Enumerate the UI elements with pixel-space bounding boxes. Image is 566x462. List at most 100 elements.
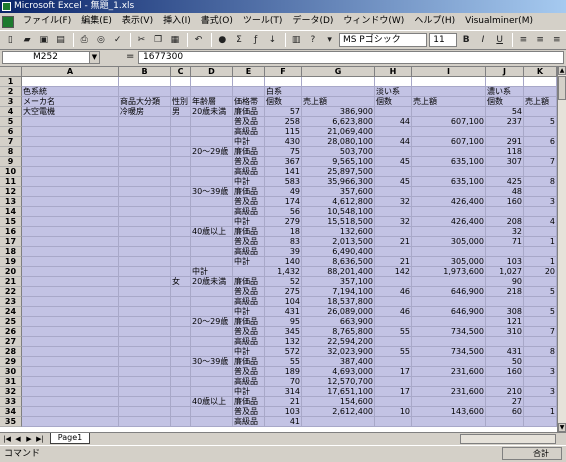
table-cell[interactable]: 10,548,100 (302, 207, 375, 217)
next-sheet-icon[interactable]: ▶ (24, 434, 34, 444)
table-cell[interactable]: 20歳未満 (191, 277, 233, 287)
table-cell[interactable]: 32 (375, 217, 412, 227)
table-cell[interactable] (171, 227, 191, 237)
table-cell[interactable] (302, 417, 375, 427)
table-cell[interactable] (171, 407, 191, 417)
new-file-icon[interactable]: ▯ (3, 33, 18, 48)
table-cell[interactable]: 55 (375, 327, 412, 337)
table-cell[interactable]: 44 (375, 137, 412, 147)
table-cell[interactable] (412, 417, 486, 427)
table-cell[interactable] (191, 407, 233, 417)
table-cell[interactable] (171, 287, 191, 297)
hyperlink-icon[interactable]: ● (215, 33, 230, 48)
table-cell[interactable] (22, 247, 119, 257)
table-cell[interactable]: 女 (171, 277, 191, 287)
table-cell[interactable]: 32,023,900 (302, 347, 375, 357)
table-cell[interactable] (412, 167, 486, 177)
table-cell[interactable]: 45 (375, 157, 412, 167)
table-cell[interactable]: 646,900 (412, 287, 486, 297)
italic-button[interactable]: I (476, 33, 491, 48)
table-cell[interactable]: 20～29歳 (191, 147, 233, 157)
table-cell[interactable] (171, 147, 191, 157)
save-as-icon[interactable]: ▤ (53, 33, 68, 48)
table-cell[interactable]: 5 (524, 307, 557, 317)
table-cell[interactable] (524, 87, 557, 97)
table-cell[interactable]: 635,100 (412, 177, 486, 187)
table-cell[interactable] (375, 277, 412, 287)
table-cell[interactable] (22, 347, 119, 357)
table-cell[interactable] (22, 407, 119, 417)
table-cell[interactable]: 高級品 (233, 167, 265, 177)
table-cell[interactable]: 普及品 (233, 327, 265, 337)
table-cell[interactable] (171, 87, 191, 97)
table-cell[interactable] (22, 357, 119, 367)
table-cell[interactable]: 174 (265, 197, 302, 207)
table-cell[interactable]: 314 (265, 387, 302, 397)
table-cell[interactable] (119, 117, 171, 127)
table-cell[interactable]: 個数 (375, 97, 412, 107)
table-cell[interactable]: 廉価品 (233, 397, 265, 407)
table-cell[interactable]: 売上額 (302, 97, 375, 107)
table-cell[interactable]: 3 (524, 387, 557, 397)
table-cell[interactable] (22, 127, 119, 137)
row-header[interactable]: 16 (0, 227, 22, 237)
table-cell[interactable] (524, 207, 557, 217)
table-cell[interactable] (119, 147, 171, 157)
table-cell[interactable]: 430 (265, 137, 302, 147)
table-cell[interactable]: 646,900 (412, 307, 486, 317)
table-cell[interactable]: 12,570,700 (302, 377, 375, 387)
table-cell[interactable] (486, 247, 524, 257)
table-cell[interactable] (171, 207, 191, 217)
table-cell[interactable] (191, 177, 233, 187)
table-cell[interactable] (191, 167, 233, 177)
column-header-a[interactable]: A (22, 67, 119, 77)
table-cell[interactable] (524, 247, 557, 257)
table-cell[interactable]: 237 (486, 117, 524, 127)
table-cell[interactable] (191, 367, 233, 377)
chevron-down-icon[interactable]: ▼ (89, 52, 99, 63)
table-cell[interactable]: 中計 (233, 137, 265, 147)
table-cell[interactable] (119, 407, 171, 417)
table-cell[interactable]: 189 (265, 367, 302, 377)
table-cell[interactable]: 8,636,500 (302, 257, 375, 267)
row-header[interactable]: 1 (0, 77, 22, 87)
table-cell[interactable]: 41 (265, 417, 302, 427)
table-cell[interactable]: 高級品 (233, 127, 265, 137)
table-cell[interactable] (191, 157, 233, 167)
table-cell[interactable] (191, 337, 233, 347)
table-cell[interactable] (119, 327, 171, 337)
table-cell[interactable]: 387,400 (302, 357, 375, 367)
table-cell[interactable] (191, 137, 233, 147)
table-cell[interactable]: 1 (524, 237, 557, 247)
table-cell[interactable]: 10 (375, 407, 412, 417)
table-cell[interactable] (119, 357, 171, 367)
table-cell[interactable]: 27 (486, 397, 524, 407)
table-cell[interactable] (191, 217, 233, 227)
table-cell[interactable]: 40歳以上 (191, 227, 233, 237)
table-cell[interactable] (22, 337, 119, 347)
table-cell[interactable]: 個数 (486, 97, 524, 107)
table-cell[interactable] (22, 377, 119, 387)
table-cell[interactable]: 色系統 (22, 87, 119, 97)
table-cell[interactable] (22, 167, 119, 177)
row-header[interactable]: 15 (0, 217, 22, 227)
table-cell[interactable]: 21,069,400 (302, 127, 375, 137)
table-cell[interactable] (375, 147, 412, 157)
table-cell[interactable] (412, 297, 486, 307)
table-cell[interactable] (171, 327, 191, 337)
table-cell[interactable] (191, 207, 233, 217)
table-cell[interactable] (119, 187, 171, 197)
table-cell[interactable] (22, 317, 119, 327)
table-cell[interactable] (486, 127, 524, 137)
table-cell[interactable]: 18 (265, 227, 302, 237)
table-cell[interactable]: 258 (265, 117, 302, 127)
table-cell[interactable] (524, 277, 557, 287)
table-cell[interactable]: 50 (486, 357, 524, 367)
table-cell[interactable] (412, 127, 486, 137)
table-cell[interactable]: 291 (486, 137, 524, 147)
table-cell[interactable] (119, 217, 171, 227)
table-cell[interactable] (191, 327, 233, 337)
table-cell[interactable] (375, 417, 412, 427)
table-cell[interactable]: 46 (375, 287, 412, 297)
table-cell[interactable] (191, 377, 233, 387)
